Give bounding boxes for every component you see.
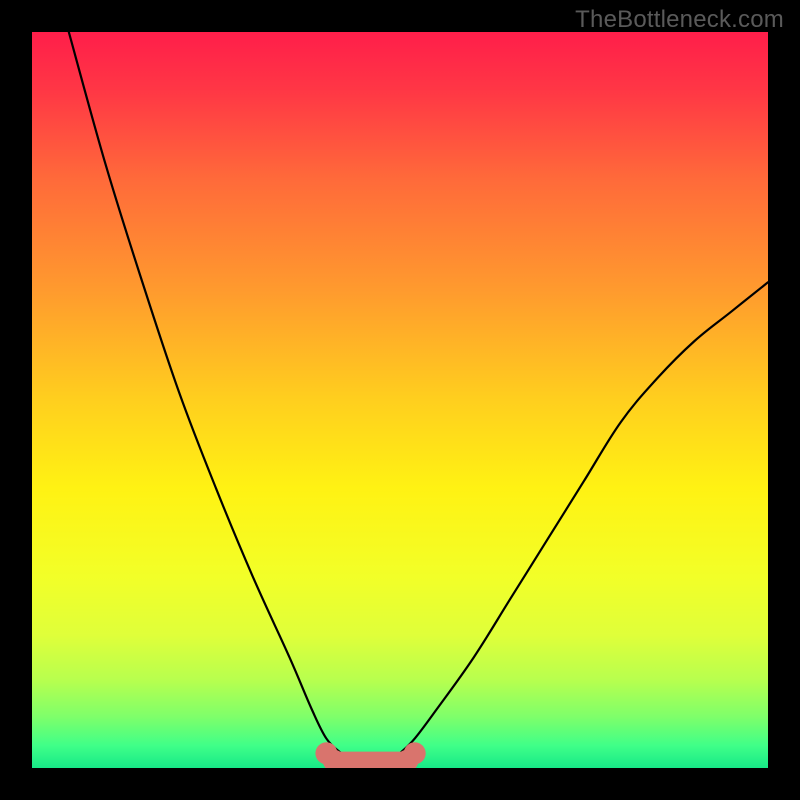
chart-svg (32, 32, 768, 768)
band-dot (404, 742, 426, 764)
plot-area (32, 32, 768, 768)
chart-frame: TheBottleneck.com (0, 0, 800, 800)
watermark-text: TheBottleneck.com (575, 6, 784, 34)
gradient-background (32, 32, 768, 768)
